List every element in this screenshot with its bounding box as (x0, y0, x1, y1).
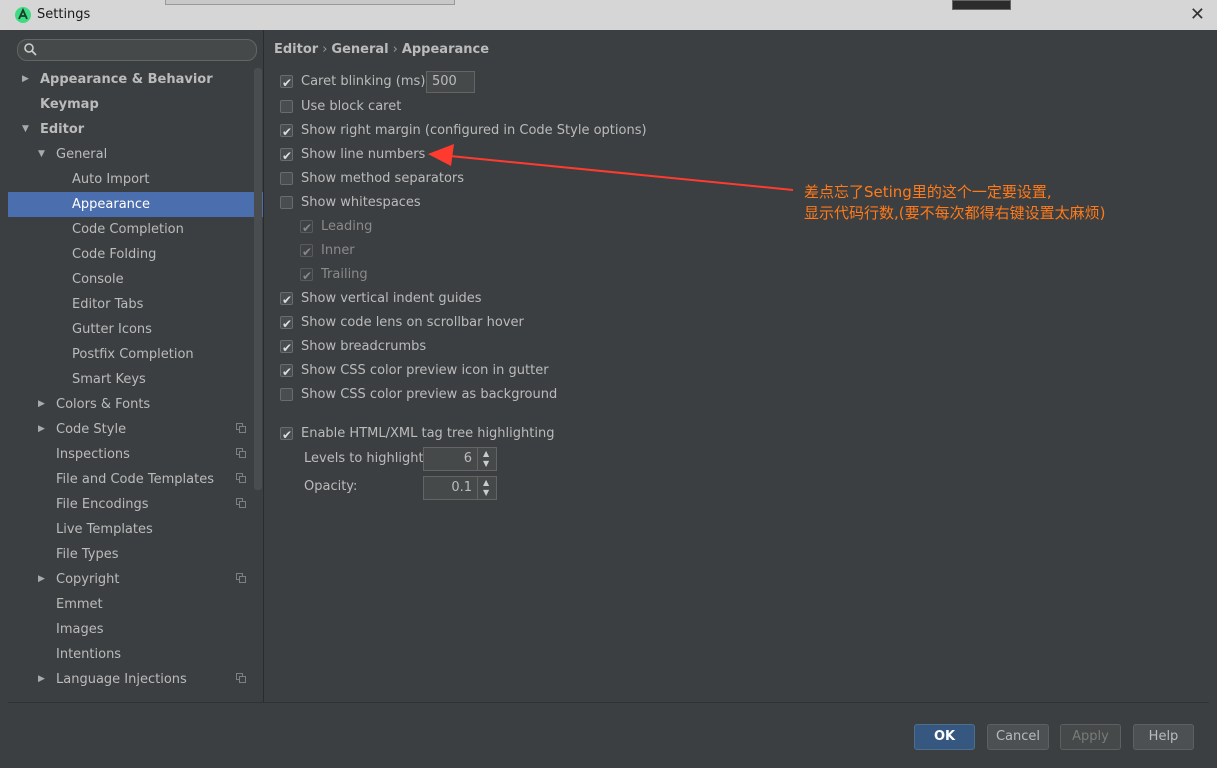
settings-dialog: Settings ✕ ▶ Appearance & Behavior Keymap ▼… (0, 0, 1217, 768)
android-studio-icon (15, 7, 31, 23)
cancel-button[interactable]: Cancel (987, 724, 1049, 750)
annotation-line-1: 差点忘了Seting里的这个一定要设置, (804, 183, 1052, 201)
status-strip (0, 762, 1217, 768)
title-bar[interactable]: Settings ✕ (0, 0, 1217, 30)
annotation-text: 差点忘了Seting里的这个一定要设置, 显示代码行数,(要不每次都得右键设置太… (804, 182, 1105, 224)
dialog-body: ▶ Appearance & Behavior Keymap ▼ Editor ▼ Gene… (8, 30, 1209, 763)
ok-button[interactable]: OK (914, 724, 975, 750)
close-icon[interactable]: ✕ (1190, 4, 1205, 25)
background-widget (952, 0, 1011, 10)
background-window-edge (165, 0, 455, 5)
window-title: Settings (37, 7, 91, 22)
dialog-footer: OK Cancel Apply Help (8, 702, 1209, 763)
annotation-line-2: 显示代码行数,(要不每次都得右键设置太麻烦) (804, 204, 1106, 222)
annotation-arrow (428, 144, 794, 191)
help-button[interactable]: Help (1133, 724, 1194, 750)
apply-button[interactable]: Apply (1060, 724, 1121, 750)
